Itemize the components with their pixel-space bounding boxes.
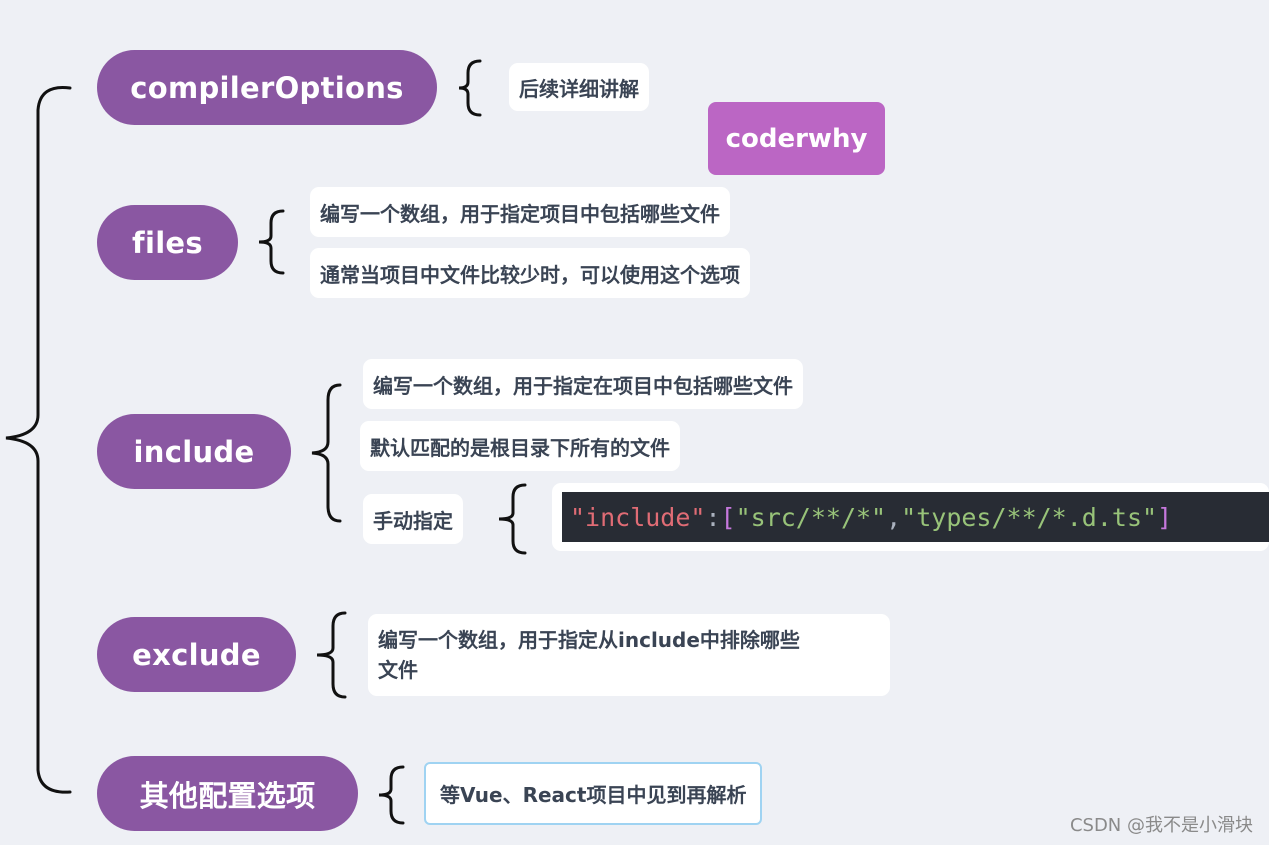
files-brace (258, 209, 285, 275)
other-options-note: 等Vue、React项目中见到再解析 (424, 762, 763, 825)
code-item-2: "types/**/*.d.ts" (901, 502, 1158, 532)
include-brace (311, 383, 342, 523)
files-note-2: 通常当项目中文件比较少时，可以使用这个选项 (310, 248, 750, 298)
code-close-bracket: ] (1157, 502, 1173, 532)
include-note-1: 编写一个数组，用于指定在项目中包括哪些文件 (363, 359, 803, 409)
files-note-1: 编写一个数组，用于指定项目中包括哪些文件 (310, 187, 730, 237)
node-exclude[interactable]: exclude (97, 617, 296, 692)
include-note-2: 默认匹配的是根目录下所有的文件 (360, 421, 680, 471)
root-brace (5, 85, 72, 794)
other-options-brace (378, 765, 405, 825)
compiler-options-note: 后续详细讲解 (509, 63, 649, 111)
code-open-bracket: [ (720, 502, 736, 532)
node-compiler-options[interactable]: compilerOptions (97, 50, 437, 125)
compiler-options-brace (458, 59, 482, 117)
watermark: CSDN @我不是小滑块 (1069, 815, 1253, 836)
coderwhy-badge: coderwhy (708, 102, 885, 175)
code-colon: : (705, 502, 721, 532)
node-include[interactable]: include (97, 414, 291, 489)
exclude-note: 编写一个数组，用于指定从include中排除哪些 文件 (368, 614, 890, 696)
node-files[interactable]: files (97, 205, 238, 280)
manual-brace (498, 483, 527, 555)
node-other-options[interactable]: 其他配置选项 (97, 756, 358, 831)
include-note-manual: 手动指定 (363, 494, 463, 544)
exclude-brace (316, 611, 347, 699)
include-code: "include": ["src/**/*", "types/**/*.d.ts… (562, 492, 1269, 542)
code-comma: , (886, 502, 902, 532)
include-code-block: "include": ["src/**/*", "types/**/*.d.ts… (552, 483, 1269, 551)
code-item-1: "src/**/*" (735, 502, 887, 532)
code-key: "include" (570, 502, 706, 532)
